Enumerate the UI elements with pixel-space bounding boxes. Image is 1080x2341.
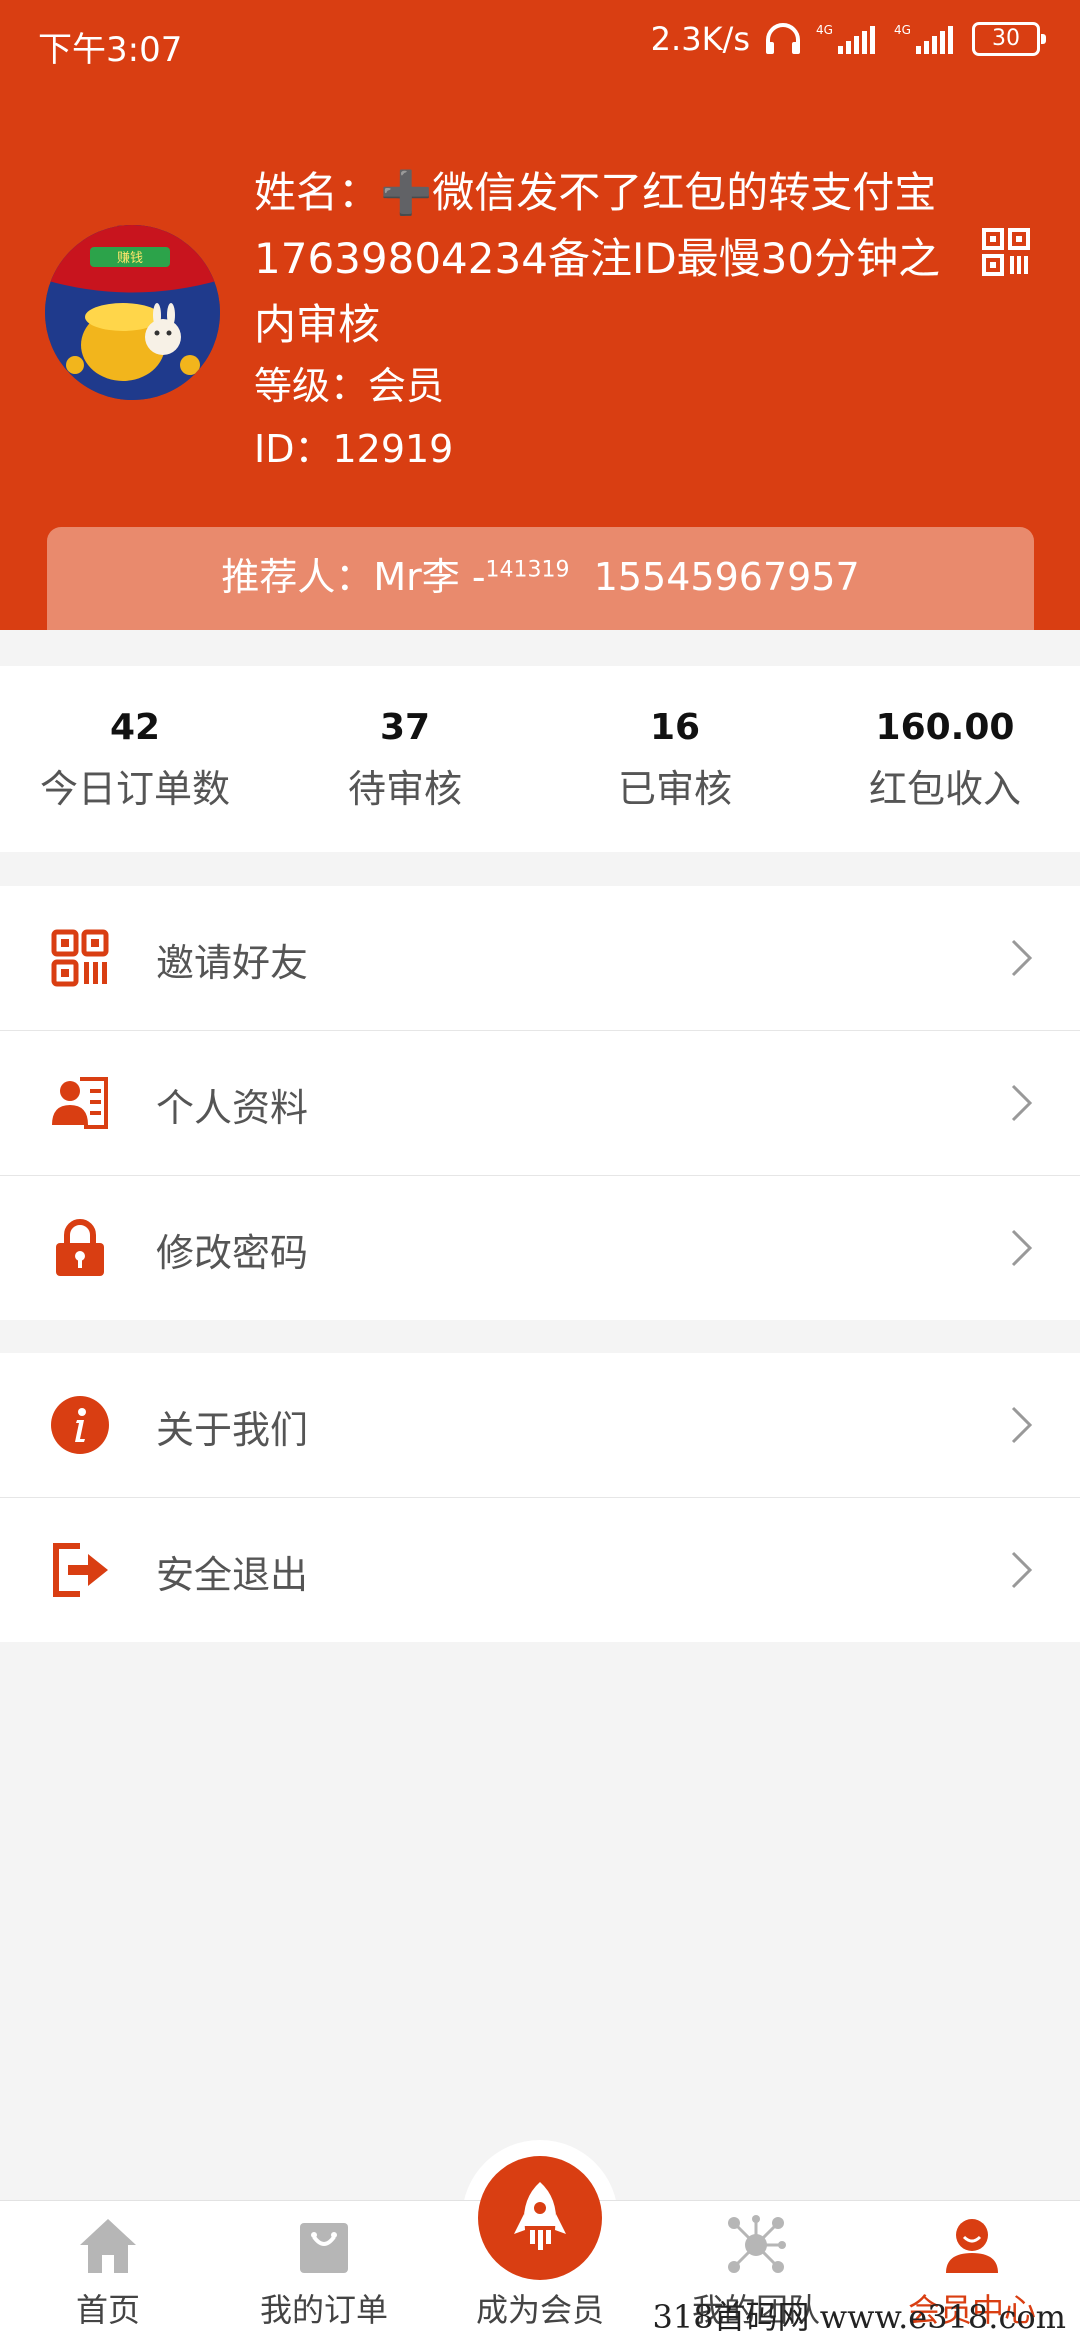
referrer-banner: 推荐人：Mr李 -141319 15545967957	[47, 527, 1034, 630]
stat-label: 已审核	[617, 767, 732, 811]
headphones-icon	[766, 23, 800, 54]
menu-label: 个人资料	[156, 1086, 309, 1130]
tab-label: 成为会员	[475, 2291, 604, 2329]
status-icons: 2.3K/s 4G 4G 30	[650, 20, 1046, 58]
stat-label: 红包收入	[868, 767, 1021, 811]
stat-value: 37	[379, 707, 431, 748]
stat-value: 160.00	[875, 707, 1015, 748]
rocket-icon	[514, 2182, 566, 2250]
referrer-code: 141319	[485, 557, 570, 583]
avatar-badge-text: 赚钱	[117, 250, 143, 266]
network-icon	[728, 2215, 786, 2273]
stat-value: 16	[649, 707, 701, 748]
home-icon	[80, 2219, 136, 2273]
tab-label: 我的订单	[259, 2291, 388, 2329]
stat-today-orders[interactable]: 42 今日订单数	[0, 666, 270, 852]
stat-label: 今日订单数	[39, 767, 230, 811]
menu-group-account: 邀请好友 个人资料 修改密码	[0, 886, 1080, 1320]
avatar[interactable]: 赚钱	[45, 225, 220, 400]
stat-approved[interactable]: 16 已审核	[540, 666, 810, 852]
logout-icon	[53, 1543, 108, 1597]
menu-label: 安全退出	[156, 1553, 309, 1597]
qr-code-icon[interactable]	[982, 228, 1030, 276]
svg-text:4G: 4G	[816, 23, 833, 37]
menu-label: 修改密码	[156, 1231, 309, 1275]
referrer-label: 推荐人：Mr李 -	[221, 555, 486, 599]
info-icon	[51, 1396, 109, 1454]
menu-label: 邀请好友	[156, 941, 309, 985]
profile-id: ID：12919	[254, 427, 454, 471]
lock-icon	[56, 1219, 104, 1276]
avatar-image: 赚钱	[45, 225, 220, 400]
stat-label: 待审核	[347, 767, 462, 811]
battery-icon: 30	[972, 22, 1046, 56]
status-time: 下午3:07	[38, 30, 183, 70]
chevron-right-icon	[1011, 1551, 1033, 1589]
menu-personal-info[interactable]: 个人资料	[0, 1031, 1080, 1176]
user-icon	[946, 2219, 998, 2273]
chevron-right-icon	[1011, 939, 1033, 977]
stat-pending[interactable]: 37 待审核	[270, 666, 540, 852]
network-speed: 2.3K/s	[650, 20, 750, 58]
watermark: 318首码网 www.e318.com	[652, 2298, 1066, 2336]
stat-value: 42	[109, 707, 161, 748]
tab-home[interactable]: 首页	[0, 2201, 216, 2341]
tab-label: 首页	[75, 2291, 140, 2329]
menu-logout[interactable]: 安全退出	[0, 1498, 1080, 1642]
svg-text:4G: 4G	[894, 23, 911, 37]
chevron-right-icon	[1011, 1229, 1033, 1267]
status-bar: 下午3:07 2.3K/s 4G 4G 30	[0, 0, 1080, 92]
signal-icon-2: 4G	[894, 23, 953, 54]
chevron-right-icon	[1011, 1084, 1033, 1122]
profile-card-icon	[52, 1077, 108, 1129]
stats-panel: 42 今日订单数 37 待审核 16 已审核 160.00 红包收入	[0, 666, 1080, 852]
shopping-bag-icon	[300, 2223, 348, 2273]
profile-header: 下午3:07 2.3K/s 4G 4G 30 赚钱 姓名：➕微信发不了红包的转支…	[0, 0, 1080, 630]
menu-group-app: 关于我们 安全退出	[0, 1353, 1080, 1642]
referrer-phone: 15545967957	[593, 555, 860, 599]
become-member-button[interactable]	[478, 2156, 602, 2280]
qr-code-icon	[51, 929, 109, 987]
menu-change-password[interactable]: 修改密码	[0, 1176, 1080, 1320]
menu-label: 关于我们	[156, 1408, 309, 1452]
tab-my-orders[interactable]: 我的订单	[216, 2201, 432, 2341]
chevron-right-icon	[1011, 1406, 1033, 1444]
menu-about-us[interactable]: 关于我们	[0, 1353, 1080, 1498]
profile-level: 等级：会员	[254, 364, 445, 408]
profile-name: 姓名：➕微信发不了红包的转支付宝17639804234备注ID最慢30分钟之内审…	[254, 168, 941, 349]
signal-icon: 4G	[816, 23, 875, 54]
menu-invite-friends[interactable]: 邀请好友	[0, 886, 1080, 1031]
stat-red-packet-income[interactable]: 160.00 红包收入	[810, 666, 1080, 852]
